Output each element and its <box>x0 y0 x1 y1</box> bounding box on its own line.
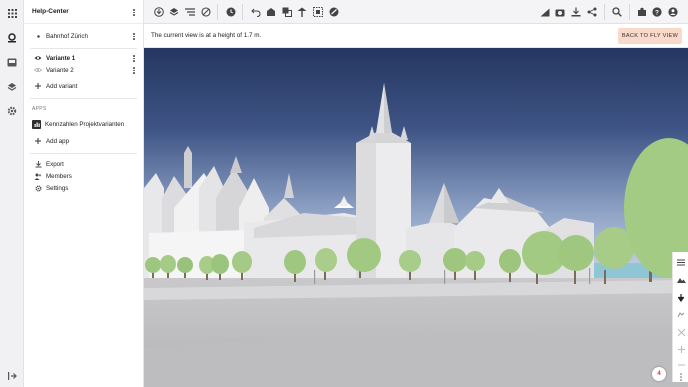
walk-icon[interactable] <box>675 309 687 321</box>
measure-icon[interactable] <box>539 6 551 18</box>
hide-icon[interactable] <box>200 6 212 18</box>
arrow-down-icon[interactable] <box>675 292 687 304</box>
palette-icon[interactable] <box>328 6 340 18</box>
more-icon[interactable] <box>675 371 687 383</box>
export-icon <box>34 160 42 168</box>
sidebar: Help-Center Bahnhof Zürich Variante 1 Va… <box>24 0 144 387</box>
list-icon[interactable] <box>184 6 196 18</box>
gear-icon[interactable] <box>5 104 19 118</box>
share-icon[interactable] <box>586 6 598 18</box>
variant-label: Variante 2 <box>46 66 74 74</box>
plus-icon <box>34 82 42 90</box>
bullet-icon <box>34 32 42 40</box>
layers-icon[interactable] <box>168 6 180 18</box>
variant-label: Variante 1 <box>46 54 76 62</box>
notification-badge[interactable]: 4 <box>652 367 666 381</box>
more-icon[interactable] <box>133 8 135 17</box>
plus-icon <box>34 137 42 145</box>
apps-grid-icon[interactable] <box>5 6 19 20</box>
clock-icon[interactable] <box>225 6 237 18</box>
inbox-icon[interactable] <box>5 55 19 69</box>
eye-off-icon[interactable] <box>34 66 42 74</box>
view-info-bar: The current view is at a height of 1.7 m… <box>144 24 688 48</box>
add-app-button[interactable]: Add app <box>24 132 143 150</box>
members-item[interactable]: Members <box>24 170 143 182</box>
app-item[interactable]: Kennzahlen Projektvarianten <box>24 116 143 132</box>
pavilion-icon[interactable] <box>296 6 308 18</box>
zoom-in-icon[interactable] <box>675 343 687 355</box>
view-height-message: The current view is at a height of 1.7 m… <box>151 32 262 39</box>
chart-app-icon <box>32 119 41 129</box>
expand-icon[interactable] <box>675 326 687 338</box>
project-more-icon[interactable] <box>133 32 135 41</box>
frame-select-icon[interactable] <box>312 6 324 18</box>
toolbar: ? <box>144 0 688 24</box>
sidebar-title: Help-Center <box>32 8 69 15</box>
collapse-sidebar-icon[interactable] <box>5 369 19 383</box>
project-pin-icon[interactable] <box>5 31 19 45</box>
sidebar-header: Help-Center <box>24 0 143 24</box>
add-variant-button[interactable]: Add variant <box>24 78 143 94</box>
project-row[interactable]: Bahnhof Zürich <box>24 24 143 48</box>
variant-more-icon[interactable] <box>133 66 135 75</box>
members-icon <box>34 172 42 180</box>
svg-text:?: ? <box>655 9 659 16</box>
help-icon[interactable]: ? <box>651 6 663 18</box>
menu-icon[interactable] <box>675 256 687 268</box>
puzzle-icon[interactable] <box>636 6 648 18</box>
3d-viewport[interactable] <box>144 48 688 387</box>
variant-item-2[interactable]: Variante 2 <box>24 64 143 76</box>
search-icon[interactable] <box>611 6 623 18</box>
layers-icon[interactable] <box>5 80 19 94</box>
project-name: Bahnhof Zürich <box>46 32 88 40</box>
apps-section-label: APPS <box>32 106 47 112</box>
eye-icon[interactable] <box>34 54 42 62</box>
app-label: Kennzahlen Projektvarianten <box>45 120 125 128</box>
download-icon[interactable] <box>570 6 582 18</box>
variant-item-1[interactable]: Variante 1 <box>24 52 143 64</box>
viewport-tools <box>672 252 688 382</box>
import-icon[interactable] <box>153 6 165 18</box>
variant-more-icon[interactable] <box>133 54 135 63</box>
settings-item[interactable]: Settings <box>24 182 143 194</box>
terrain-icon[interactable] <box>675 274 687 286</box>
left-rail <box>0 0 24 387</box>
account-icon[interactable] <box>667 6 679 18</box>
back-to-fly-view-button[interactable]: BACK TO FLY VIEW <box>618 28 682 44</box>
export-item[interactable]: Export <box>24 158 143 170</box>
duplicate-icon[interactable] <box>281 6 293 18</box>
add-variant-label: Add variant <box>46 82 78 90</box>
export-label: Export <box>46 160 64 168</box>
gear-icon <box>34 184 42 192</box>
building-icon[interactable] <box>265 6 277 18</box>
zoom-out-icon[interactable] <box>675 359 687 371</box>
members-label: Members <box>46 172 72 180</box>
camera-icon[interactable] <box>554 6 566 18</box>
add-app-label: Add app <box>46 137 70 145</box>
settings-label: Settings <box>46 184 69 192</box>
app-window: Help-Center Bahnhof Zürich Variante 1 Va… <box>0 0 688 387</box>
undo-icon[interactable] <box>250 6 262 18</box>
